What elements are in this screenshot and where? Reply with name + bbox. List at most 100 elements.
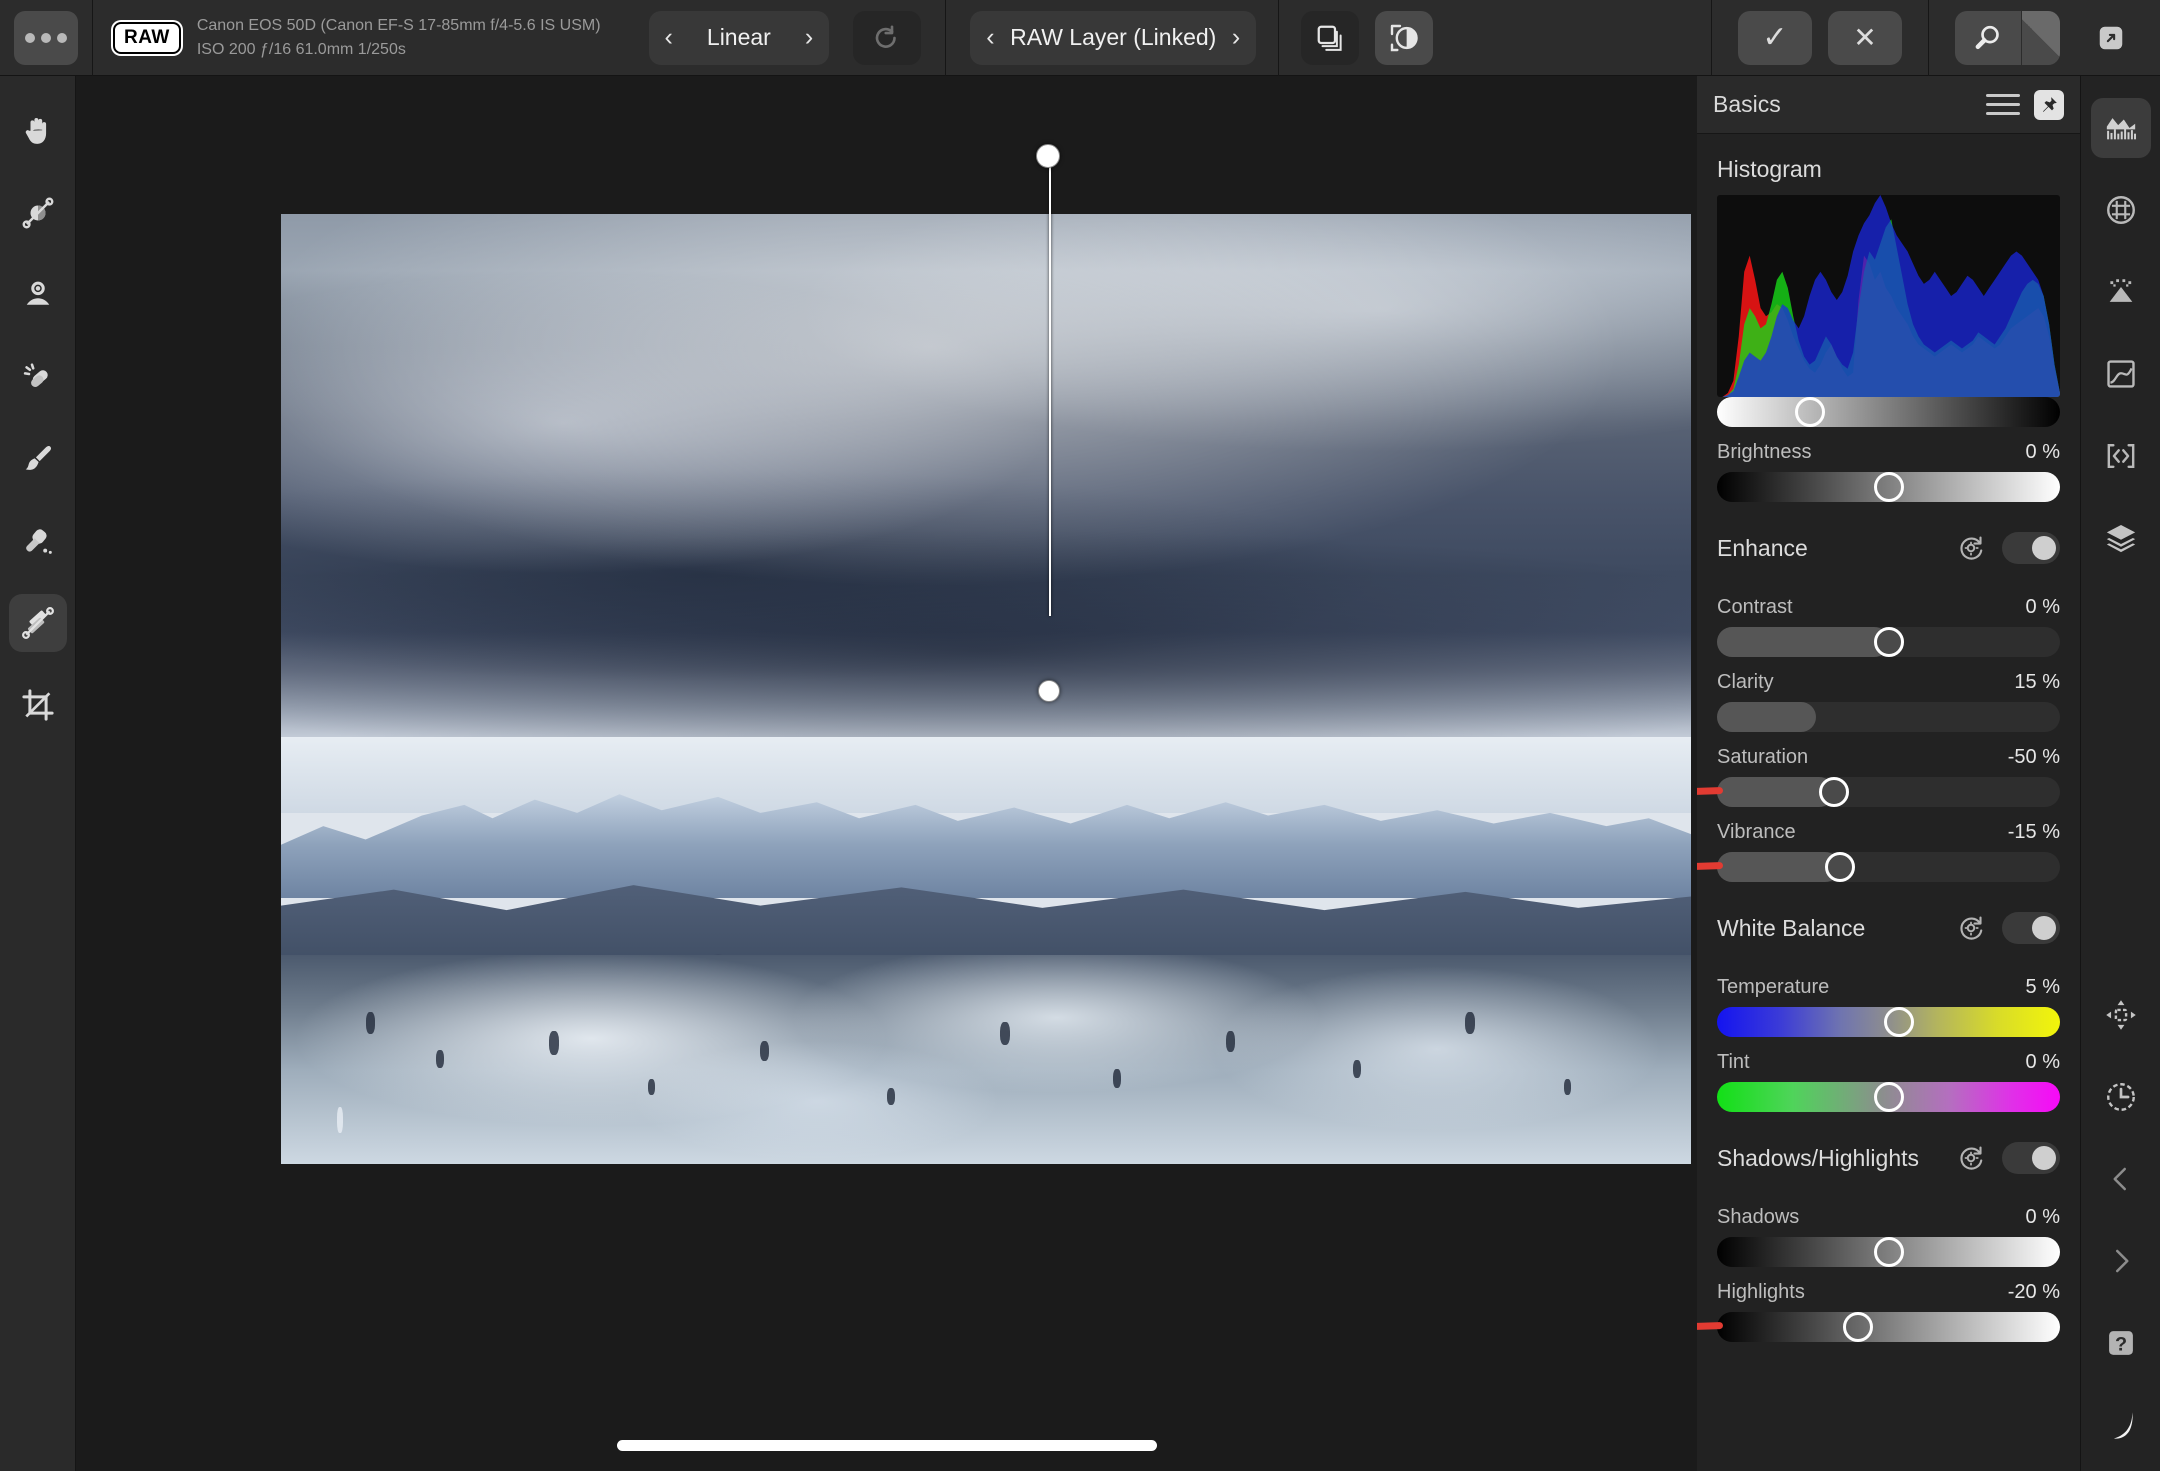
profile-label: Linear (706, 24, 771, 50)
blackpoint-slider-row (1697, 397, 2080, 427)
more-options-button[interactable] (14, 10, 78, 65)
shadows-highlights-0-slider-row: Shadows 0 % (1697, 1206, 2080, 1267)
enhance-section-title: Enhance (1717, 534, 1808, 561)
shadows-highlights-0-track[interactable] (1717, 1237, 2060, 1267)
magnifier-icon (1975, 25, 1999, 49)
enhance-0-label: Contrast (1717, 596, 1793, 618)
zoom-button[interactable] (1955, 11, 2021, 65)
enhance-3-fill (1717, 852, 1841, 882)
reset-profile-button[interactable] (853, 10, 922, 65)
shadows-highlights-1-value: -20 % (2007, 1281, 2060, 1303)
enhance-3-knob[interactable] (1825, 852, 1856, 882)
camera-info-group: RAW Canon EOS 50D (Canon EF-S 17-85mm f/… (93, 0, 601, 76)
tone-curve-button[interactable] (2091, 344, 2151, 404)
next-image-button[interactable] (2091, 1231, 2151, 1291)
layers-button[interactable] (2091, 508, 2151, 568)
enhance-enable-toggle[interactable] (2002, 532, 2060, 564)
enhance-2-value: -50 % (2007, 746, 2060, 768)
right-icon-rail: ? (2080, 76, 2160, 1471)
transform-button[interactable] (2091, 985, 2151, 1045)
profile-next-button[interactable]: › (805, 25, 813, 50)
assistant-button[interactable] (2091, 1395, 2151, 1455)
enhance-section-header: Enhance (1697, 502, 2080, 582)
enhance-3-slider-row: Vibrance -15 % (1697, 821, 2080, 882)
white-balance-0-track[interactable] (1717, 1007, 2060, 1037)
camera-exposure-line: ISO 200 ƒ/16 61.0mm 1/250s (196, 40, 406, 58)
white-balance-1-slider-row: Tint 0 % (1697, 1051, 2080, 1112)
brightness-knob[interactable] (1873, 472, 1904, 502)
white-balance-reset-button[interactable] (1956, 913, 1986, 943)
divider (1278, 0, 1280, 76)
enhance-2-knob[interactable] (1818, 777, 1849, 807)
crop-icon (21, 689, 54, 721)
layer-prev-button[interactable]: ‹ (986, 25, 994, 50)
help-button[interactable]: ? (2091, 1313, 2151, 1373)
shadows-highlights-0-knob[interactable] (1873, 1237, 1904, 1267)
paint-brush-icon (25, 445, 51, 470)
previous-image-button[interactable] (2091, 1149, 2151, 1209)
pin-panel-button[interactable] (2034, 89, 2064, 120)
zoom-control-group[interactable] (1955, 10, 2060, 65)
gradient-start-handle[interactable] (1036, 144, 1060, 168)
brightness-track[interactable] (1717, 472, 2060, 502)
white-balance-tool[interactable] (9, 184, 67, 242)
gradient-tool[interactable] (8, 594, 67, 652)
histogram-panel-button[interactable] (2090, 98, 2151, 158)
previous-image-icon (2113, 1167, 2126, 1191)
blackpoint-track[interactable] (1717, 397, 2060, 427)
layer-next-button[interactable]: › (1232, 25, 1240, 50)
layer-stepper[interactable]: ‹ RAW Layer (Linked) › (970, 10, 1257, 65)
history-button[interactable] (2091, 1067, 2151, 1127)
duplicate-layer-button[interactable] (1301, 10, 1360, 65)
profile-prev-button[interactable]: ‹ (665, 25, 673, 50)
camera-model-line: Canon EOS 50D (Canon EF-S 17-85mm f/4-5.… (196, 17, 601, 35)
enhance-2-label-row: Saturation -50 % (1717, 746, 2060, 769)
image-canvas[interactable] (76, 76, 1697, 1471)
enhance-1-track[interactable] (1717, 702, 2060, 732)
overlays-button[interactable] (2091, 426, 2151, 486)
shadows-highlights-reset-button[interactable] (1956, 1143, 1986, 1173)
gradient-line[interactable] (1049, 156, 1051, 616)
toggle-knob (2032, 916, 2056, 940)
details-button[interactable] (2091, 262, 2151, 322)
crop-tool[interactable] (9, 676, 67, 734)
enhance-reset-button[interactable] (1956, 533, 1986, 563)
enhance-0-track[interactable] (1717, 627, 2060, 657)
shadows-highlights-1-knob[interactable] (1842, 1312, 1873, 1342)
white-balance-enable-toggle[interactable] (2002, 912, 2060, 944)
white-balance-1-track[interactable] (1717, 1082, 2060, 1112)
curve-swoosh-icon (2113, 1412, 2133, 1439)
photo-editor-app: RAW Canon EOS 50D (Canon EF-S 17-85mm f/… (0, 0, 2160, 1471)
overlay-paint-tool[interactable] (9, 266, 67, 324)
check-icon: ✓ (1762, 21, 1788, 54)
enhance-0-knob[interactable] (1873, 627, 1904, 657)
profile-stepper[interactable]: ‹ Linear › (648, 10, 830, 65)
inpainting-tool[interactable] (9, 512, 67, 570)
photo-preview[interactable] (281, 214, 1691, 1164)
horizon-haze (281, 736, 1691, 813)
before-after-button[interactable] (1375, 10, 1434, 65)
enhance-3-track[interactable] (1717, 852, 2060, 882)
panel-menu-button[interactable] (1986, 94, 2020, 115)
zoom-level-dropdown[interactable] (2022, 10, 2060, 65)
white-balance-1-value: 0 % (2025, 1051, 2060, 1073)
cancel-button[interactable]: ✕ (1828, 10, 1902, 65)
apply-button[interactable]: ✓ (1738, 10, 1812, 65)
expand-panel-button[interactable] (2082, 11, 2140, 65)
layers-icon (2106, 524, 2135, 553)
white-balance-0-knob[interactable] (1883, 1007, 1914, 1037)
lens-correction-button[interactable] (2091, 180, 2151, 240)
raw-badge: RAW (113, 21, 181, 54)
enhance-3-label: Vibrance (1717, 821, 1796, 843)
hand-tool[interactable] (9, 102, 67, 160)
rgb-histogram[interactable] (1717, 195, 2060, 397)
white-balance-1-label-row: Tint 0 % (1717, 1051, 2060, 1074)
paint-brush-tool[interactable] (9, 430, 67, 488)
white-balance-1-knob[interactable] (1873, 1082, 1904, 1112)
blackpoint-knob[interactable] (1794, 397, 1825, 427)
gradient-end-handle[interactable] (1038, 680, 1060, 702)
blemish-removal-tool[interactable] (9, 348, 67, 406)
enhance-2-track[interactable] (1717, 777, 2060, 807)
shadows-highlights-enable-toggle[interactable] (2002, 1142, 2060, 1174)
shadows-highlights-1-track[interactable] (1717, 1312, 2060, 1342)
